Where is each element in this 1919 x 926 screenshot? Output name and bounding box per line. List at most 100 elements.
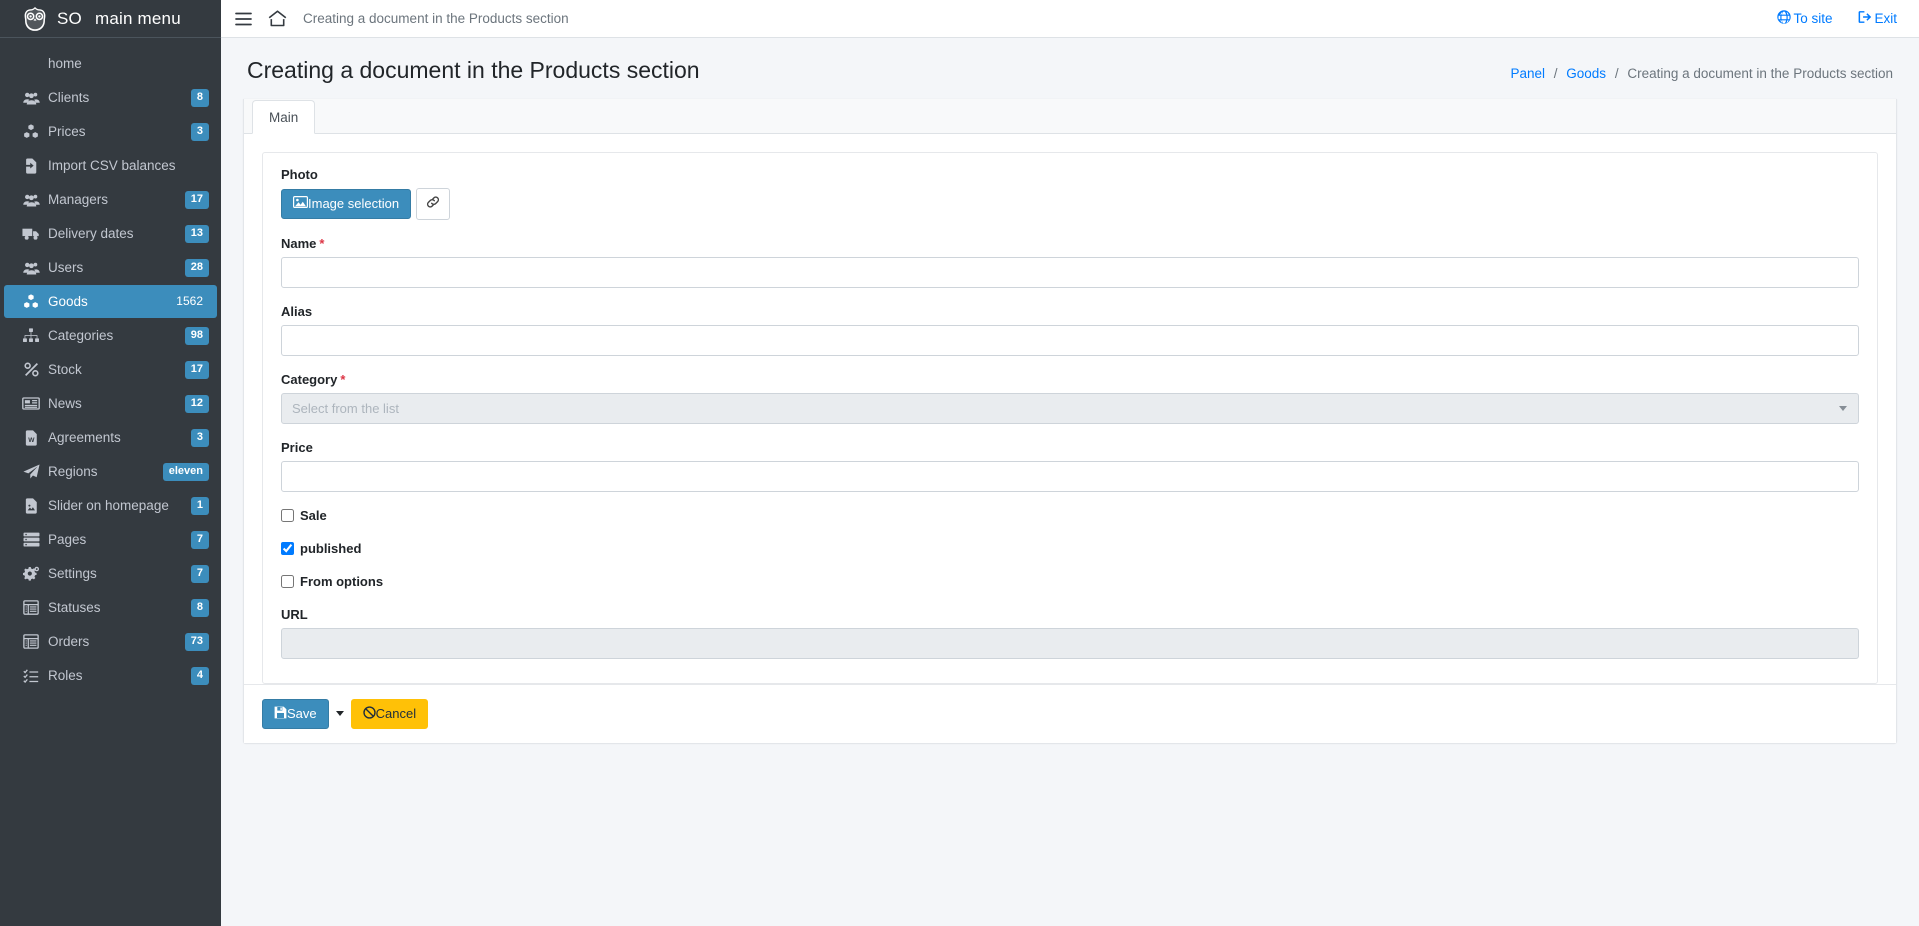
exit-link[interactable]: Exit [1858,10,1897,27]
brand-title: main menu [94,8,181,28]
sidebar-item-label: home [48,56,82,71]
field-name: Name * [281,236,1859,288]
sidebar: SO main menu home Clients 8 Prices 3 Imp… [0,0,221,926]
table-icon [21,600,41,616]
users-icon [21,90,41,106]
field-price: Price [281,440,1859,492]
percent-icon [21,362,41,378]
sidebar-item-label: Statuses [48,600,101,615]
name-input[interactable] [281,256,1859,288]
image-selection-button[interactable]: Image selection [281,189,412,219]
sidebar-item-statuses[interactable]: Statuses 8 [4,591,217,624]
sidebar-item-stock[interactable]: Stock 17 [4,353,217,386]
sidebar-item-import-csv-balances[interactable]: Import CSV balances [4,149,217,182]
sale-label[interactable]: Sale [300,508,327,523]
tasks-icon [21,668,41,684]
sidebar-item-label: Prices [48,124,86,139]
home-icon[interactable] [268,10,287,27]
sidebar-item-clients[interactable]: Clients 8 [4,81,217,114]
save-dropdown-toggle[interactable] [329,699,351,729]
published-label[interactable]: published [300,541,361,556]
sidebar-item-label: Pages [48,532,87,547]
sidebar-item-badge: 17 [184,190,209,209]
sidebar-item-pages[interactable]: Pages 7 [4,523,217,556]
sidebar-item-managers[interactable]: Managers 17 [4,183,217,216]
file-import-icon [21,157,41,174]
category-select-wrapper [281,392,1859,424]
name-label-text: Name [281,235,317,251]
breadcrumb-panel[interactable]: Panel [1510,66,1545,81]
caret-down-icon [335,711,344,717]
sidebar-item-home[interactable]: home [4,47,217,80]
brand-label: SO main menu [57,9,181,29]
file-image-icon [21,497,41,514]
sidebar-item-badge: 3 [190,428,209,447]
breadcrumb-separator: / [1553,66,1558,81]
sidebar-item-badge: 13 [184,224,209,243]
sidebar-item-label: Roles [48,668,83,683]
sidebar-item-badge: 7 [190,564,209,583]
url-input[interactable] [281,627,1859,659]
sidebar-item-regions[interactable]: Regions eleven [4,455,217,488]
tab-body: Photo Image selection Name * Alias Categ… [244,134,1896,684]
sidebar-item-orders[interactable]: Orders 73 [4,625,217,658]
breadcrumb-goods[interactable]: Goods [1566,66,1606,81]
sidebar-item-badge: 4 [190,666,209,685]
sidebar-item-users[interactable]: Users 28 [4,251,217,284]
name-label: Name * [281,236,1859,251]
page-title: Creating a document in the Products sect… [247,57,700,83]
sidebar-item-settings[interactable]: Settings 7 [4,557,217,590]
server-icon [21,532,41,548]
sidebar-nav: home Clients 8 Prices 3 Import CSV balan… [0,38,221,692]
form-card: Main Photo Image selection Name * Alias … [243,99,1897,745]
alias-label: Alias [281,304,1859,319]
save-button[interactable]: Save [262,698,329,730]
exit-label: Exit [1874,11,1897,26]
sidebar-item-goods[interactable]: Goods 1562 [4,285,217,318]
sidebar-item-badge: 28 [184,258,209,277]
price-input[interactable] [281,460,1859,492]
breadcrumb-current: Creating a document in the Products sect… [1627,66,1893,81]
sidebar-item-prices[interactable]: Prices 3 [4,115,217,148]
alias-input[interactable] [281,324,1859,356]
sidebar-item-badge: 8 [190,598,209,617]
photo-label: Photo [281,167,318,182]
sale-checkbox[interactable] [281,508,294,522]
sidebar-item-slider-on-homepage[interactable]: Slider on homepage 1 [4,489,217,522]
sidebar-item-label: Import CSV balances [48,158,176,173]
tab-main[interactable]: Main [252,100,316,134]
hamburger-icon[interactable] [235,12,252,26]
checkbox-published[interactable]: published [281,541,1859,556]
to-site-label: To site [1793,11,1833,26]
url-label-text: URL [281,606,308,622]
checkbox-from-options[interactable]: From options [281,574,1859,589]
cogs-icon [21,566,41,582]
from-options-label[interactable]: From options [300,574,383,589]
checkbox-sale[interactable]: Sale [281,508,1859,523]
sidebar-item-news[interactable]: News 12 [4,387,217,420]
sidebar-item-categories[interactable]: Categories 98 [4,319,217,352]
topbar-title: Creating a document in the Products sect… [303,11,569,26]
sidebar-item-label: Agreements [48,430,121,445]
sidebar-item-label: Managers [48,192,109,207]
tab-strip: Main [244,99,1896,134]
published-checkbox[interactable] [281,541,294,555]
image-link-button[interactable] [415,188,450,220]
to-site-link[interactable]: To site [1777,10,1832,27]
brand-header[interactable]: SO main menu [0,0,221,38]
category-select[interactable] [281,392,1859,424]
cancel-label: Cancel [375,706,417,722]
content: Creating a document in the Products sect… [221,38,1919,926]
cancel-button[interactable]: Cancel [350,698,429,730]
floppy-icon [274,706,287,723]
sidebar-item-badge: 1562 [176,294,203,308]
sidebar-item-roles[interactable]: Roles 4 [4,659,217,692]
ban-icon [362,705,376,723]
sidebar-item-agreements[interactable]: W Agreements 3 [4,421,217,454]
sign-out-icon [1858,10,1874,27]
sidebar-item-label: Delivery dates [48,226,134,241]
sidebar-item-label: Users [48,260,84,275]
sidebar-item-label: Regions [48,464,98,479]
from-options-checkbox[interactable] [281,574,294,588]
sidebar-item-delivery-dates[interactable]: Delivery dates 13 [4,217,217,250]
